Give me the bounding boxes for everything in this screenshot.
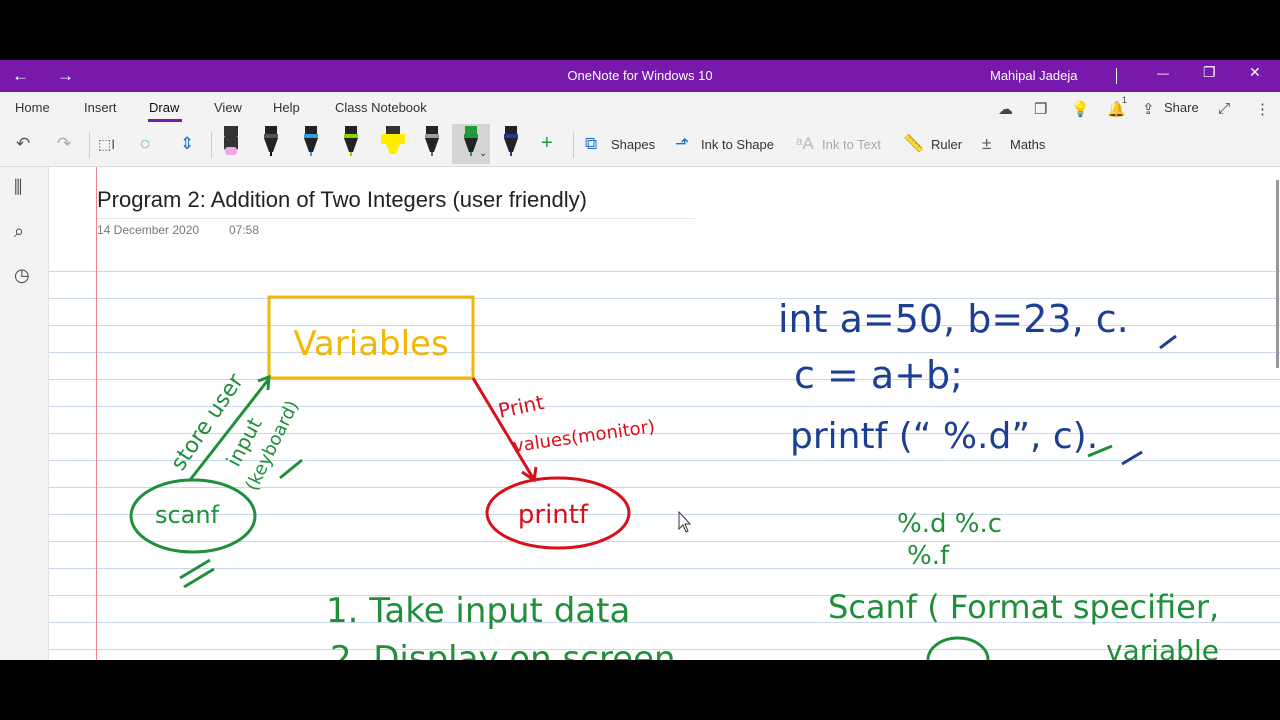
print-label: Print (496, 390, 546, 423)
scanf-format-text: Scanf ( Format specifier, (828, 588, 1219, 626)
code-line-3: printf (“ %.d”, c). (790, 416, 1098, 457)
ampersand-circle (926, 636, 990, 660)
code-underline-c2 (1121, 450, 1143, 466)
format-specifiers-2: %.f (907, 541, 950, 571)
onenote-window: ← → OneNote for Windows 10 Mahipal Jadej… (0, 60, 1280, 660)
code-underline-c1 (1159, 334, 1177, 350)
keyboard-underline (279, 458, 303, 480)
variables-label: Variables (293, 324, 448, 364)
variable-word: variable (1106, 634, 1219, 660)
mouse-cursor-icon (678, 510, 692, 533)
values-monitor-label: values(monitor) (512, 416, 657, 457)
code-line-1: int a=50, b=23, c. (778, 297, 1129, 341)
step-2-text: 2. Display on screen (330, 639, 676, 660)
ink-drawing-layer: Variables scanf store user input (keyboa… (129, 295, 1219, 660)
scanf-label: scanf (155, 501, 220, 529)
format-specifiers-1: %.d %.c (897, 509, 1002, 539)
code-line-2: c = a+b; (794, 353, 963, 397)
printf-label: printf (518, 500, 589, 530)
step-1-text: 1. Take input data (326, 591, 630, 631)
